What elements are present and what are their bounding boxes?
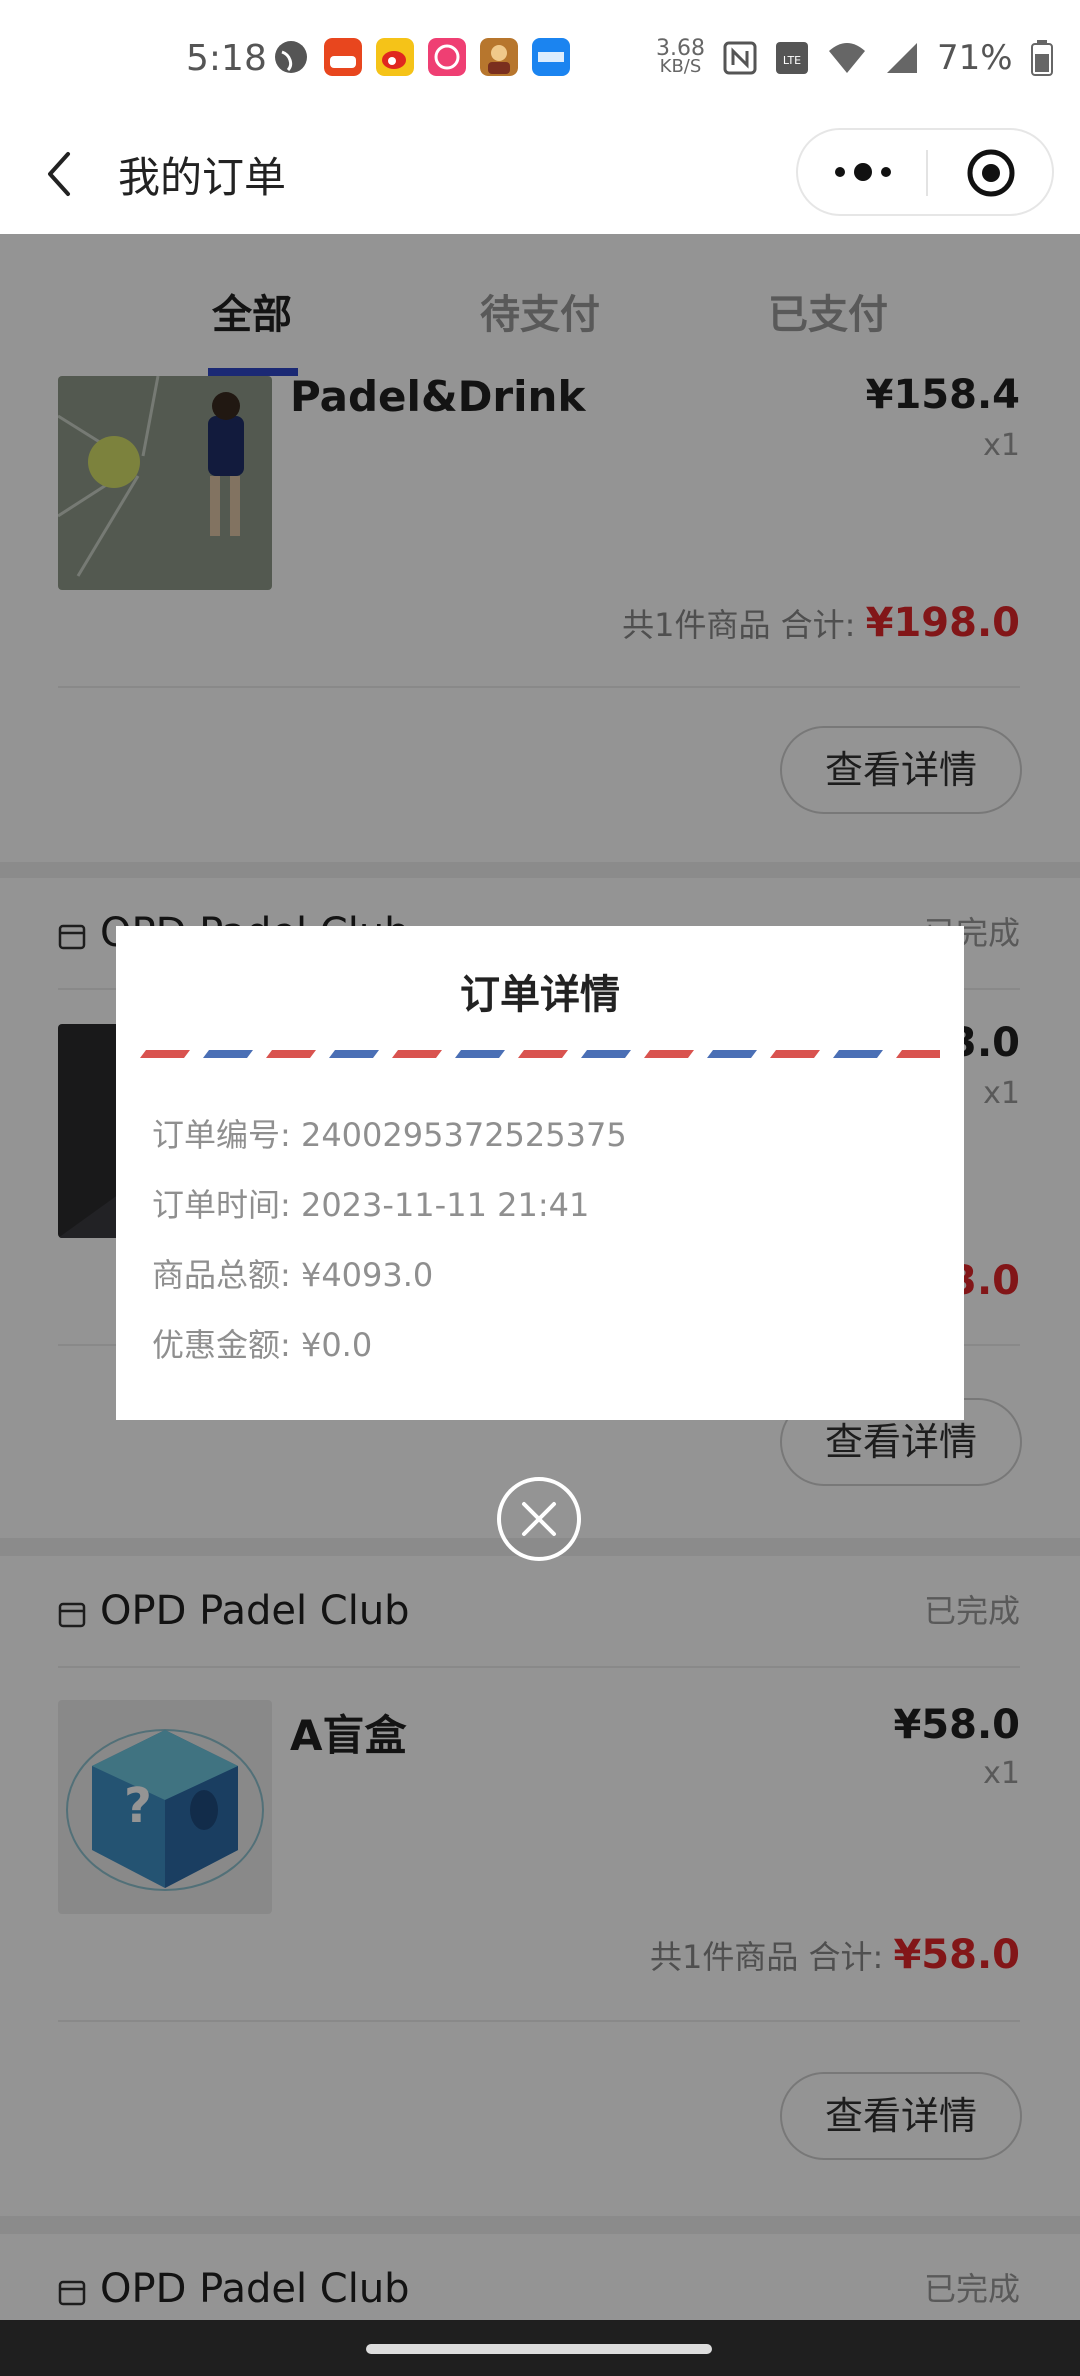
- network-speed: 3.68 KB/S: [656, 38, 705, 77]
- miniprogram-capsule: [796, 128, 1054, 216]
- status-bar: 5:18 3.68 KB/S LTE 71%: [0, 0, 1080, 116]
- system-navigation-bar: [0, 2320, 1080, 2376]
- home-indicator[interactable]: [366, 2344, 712, 2354]
- goods-total: 商品总额: ¥4093.0: [152, 1256, 434, 1294]
- globe-icon: [275, 41, 307, 73]
- order-detail-modal: 订单详情 订单编号: 2400295372525375 订单时间: 2023-1…: [116, 926, 964, 1420]
- page-title: 我的订单: [118, 153, 287, 202]
- capsule-divider: [926, 150, 928, 196]
- network-speed-unit: KB/S: [659, 56, 702, 77]
- more-options-icon[interactable]: [828, 152, 898, 192]
- battery-icon: [1030, 40, 1053, 76]
- order-time: 订单时间: 2023-11-11 21:41: [152, 1186, 590, 1224]
- battery-percent: 71%: [936, 38, 1013, 78]
- wifi-icon: [828, 43, 865, 73]
- modal-title: 订单详情: [460, 972, 620, 1018]
- close-miniprogram-icon[interactable]: [966, 148, 1016, 198]
- app-pink-icon: [428, 38, 466, 76]
- discount-amount: 优惠金额: ¥0.0: [152, 1326, 373, 1364]
- title-bar: 我的订单: [0, 116, 1080, 234]
- nfc-icon: [723, 41, 757, 75]
- app-blue-icon: [532, 38, 570, 76]
- app-orange-icon: [324, 38, 362, 76]
- status-time: 5:18: [186, 38, 267, 79]
- signal-icon: [886, 43, 917, 73]
- weibo-icon: [376, 38, 414, 76]
- airmail-stripe-divider: [140, 1050, 940, 1058]
- close-modal-icon[interactable]: [496, 1476, 582, 1562]
- volte-icon: LTE: [775, 42, 808, 74]
- back-arrow-icon[interactable]: [38, 146, 86, 202]
- game-avatar-icon: [480, 38, 518, 76]
- svg-text:LTE: LTE: [783, 54, 801, 67]
- status-indicators: 3.68 KB/S LTE 71%: [656, 38, 1053, 78]
- order-number: 订单编号: 2400295372525375: [152, 1116, 627, 1154]
- notification-icons: [272, 38, 570, 76]
